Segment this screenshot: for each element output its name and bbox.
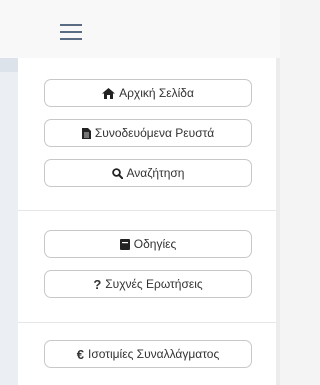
instructions-button-label: Οδηγίες <box>133 237 177 251</box>
exchange-rates-button[interactable]: € Ισοτιμίες Συναλλάγματος <box>44 340 252 368</box>
home-icon <box>102 87 116 99</box>
hamburger-icon[interactable] <box>60 24 82 40</box>
search-button-label: Αναζήτηση <box>126 166 185 180</box>
accompanied-liquids-label: Συνοδευόμενα Ρευστά <box>94 126 215 140</box>
faq-button-label: Συχνές Ερωτήσεις <box>105 277 203 291</box>
home-button[interactable]: Αρχική Σελίδα <box>44 79 252 107</box>
top-bar <box>0 0 280 58</box>
accompanied-liquids-button[interactable]: Συνοδευόμενα Ρευστά <box>44 119 252 147</box>
navigation-menu: Αρχική Σελίδα Συνοδευόμενα Ρευστά Αναζήτ… <box>18 58 276 385</box>
faq-button[interactable]: ? Συχνές Ερωτήσεις <box>44 270 252 298</box>
page-background-left <box>0 58 18 385</box>
book-icon <box>119 238 130 250</box>
exchange-rates-button-label: Ισοτιμίες Συναλλάγματος <box>87 347 220 361</box>
question-icon: ? <box>93 276 102 292</box>
menu-divider <box>18 210 276 211</box>
home-button-label: Αρχική Σελίδα <box>119 86 194 100</box>
page-background-right <box>276 58 280 385</box>
search-button[interactable]: Αναζήτηση <box>44 159 252 187</box>
file-icon <box>81 127 91 139</box>
instructions-button[interactable]: Οδηγίες <box>44 230 252 258</box>
menu-divider <box>18 322 276 323</box>
euro-icon: € <box>76 346 84 362</box>
search-icon <box>111 167 123 179</box>
